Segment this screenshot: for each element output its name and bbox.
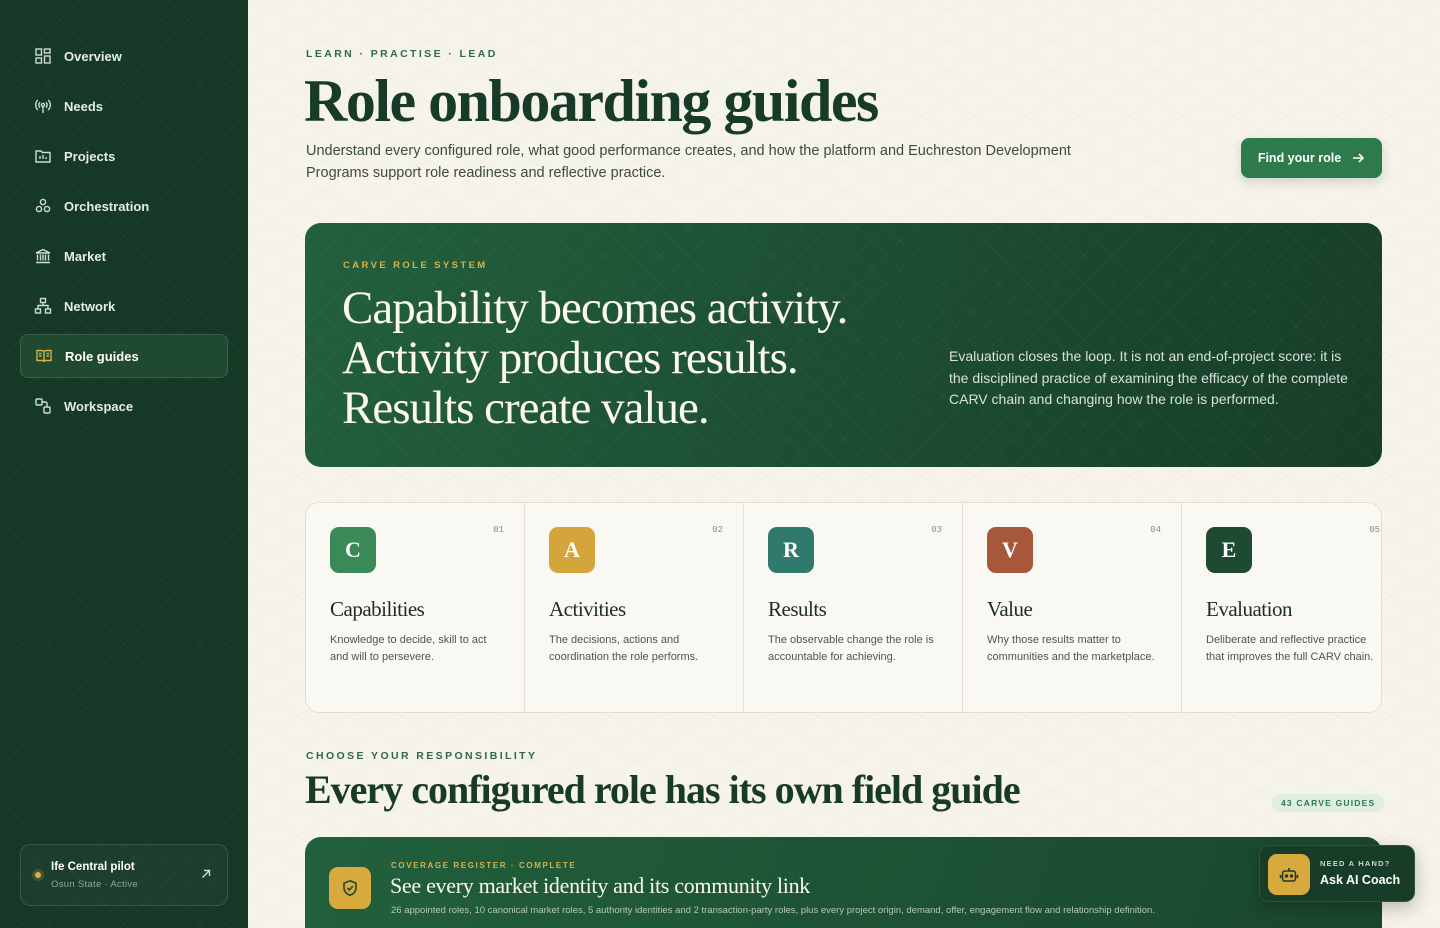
card-description: Deliberate and reflective practice that … [1206, 634, 1374, 663]
sidebar-item-label: Projects [64, 148, 116, 164]
sidebar-nav: Overview Needs Projects Orchestration Ma… [20, 34, 228, 434]
sidebar-item-label: Market [64, 248, 106, 264]
grid-icon [34, 47, 52, 65]
shield-check-icon [329, 867, 371, 909]
page-description: Understand every configured role, what g… [306, 143, 1071, 181]
arrow-up-right-icon [202, 869, 211, 878]
card-description: The observable change the role is accoun… [768, 634, 934, 663]
banner-eyebrow: CARVE ROLE SYSTEM [343, 260, 488, 271]
letter-badge-a: A [549, 527, 595, 573]
card-title: Activities [549, 597, 626, 621]
coverage-title: See every market identity and its commun… [390, 873, 811, 898]
status-dot [35, 872, 41, 878]
card-number: 04 [1150, 525, 1161, 535]
card-number: 05 [1369, 525, 1380, 535]
broadcast-icon [34, 97, 52, 115]
letter-badge-v: V [987, 527, 1033, 573]
sidebar-item-label: Orchestration [64, 198, 150, 214]
sidebar-item-orchestration[interactable]: Orchestration [20, 184, 228, 228]
banner-side-text: Evaluation closes the loop. It is not an… [949, 348, 1348, 407]
banner-line: Activity produces results. [342, 332, 799, 384]
carv-cards: C 01 Capabilities Knowledge to decide, s… [305, 502, 1382, 713]
sidebar-item-projects[interactable]: Projects [20, 134, 228, 178]
pilot-subtitle: Osun State · Active [51, 878, 139, 890]
robot-icon [1268, 854, 1310, 895]
card-title: Capabilities [330, 597, 425, 621]
folder-chart-icon [34, 147, 52, 165]
book-open-icon [35, 347, 53, 365]
hierarchy-icon [34, 297, 52, 315]
sidebar-item-label: Workspace [64, 398, 134, 414]
shapes-icon [34, 397, 52, 415]
pilot-title: Ife Central pilot [51, 860, 135, 873]
card-description: Why those results matter to communities … [987, 634, 1155, 663]
letter-badge-e: E [1206, 527, 1252, 573]
card-title: Results [768, 597, 827, 621]
find-your-role-button[interactable]: Find your role [1241, 138, 1382, 178]
sidebar-item-network[interactable]: Network [20, 284, 228, 328]
main-content: LEARN · PRACTISE · LEAD Role onboarding … [248, 0, 1440, 928]
carv-card-evaluation[interactable]: E 05 Evaluation Deliberate and reflectiv… [1182, 503, 1381, 712]
banner-line: Results create value. [342, 382, 710, 434]
page-title: Role onboarding guides [304, 68, 879, 134]
coach-title: Ask AI Coach [1320, 873, 1401, 887]
bank-icon [34, 247, 52, 265]
pilot-switcher[interactable]: Ife Central pilot Osun State · Active [20, 844, 228, 906]
sidebar-item-overview[interactable]: Overview [20, 34, 228, 78]
banner-headline: Capability becomes activity. Activity pr… [342, 282, 848, 434]
banner-line: Capability becomes activity. [342, 282, 848, 334]
letter-badge-r: R [768, 527, 814, 573]
find-your-role-label: Find your role [1257, 151, 1342, 165]
letter-badge-c: C [330, 527, 376, 573]
sidebar-item-label: Network [64, 298, 116, 314]
sidebar-item-workspace[interactable]: Workspace [20, 384, 228, 428]
section-title: Every configured role has its own field … [305, 767, 1021, 812]
carv-card-capabilities[interactable]: C 01 Capabilities Knowledge to decide, s… [306, 503, 525, 712]
card-title: Evaluation [1206, 597, 1292, 621]
card-title: Value [987, 597, 1033, 621]
section-eyebrow: CHOOSE YOUR RESPONSIBILITY [306, 750, 538, 762]
coverage-description: 26 appointed roles, 10 canonical market … [391, 905, 1155, 916]
guides-count-badge: 43 CARVE GUIDES [1272, 794, 1385, 812]
hero-eyebrow: LEARN · PRACTISE · LEAD [306, 48, 498, 60]
sidebar-item-market[interactable]: Market [20, 234, 228, 278]
sidebar: Overview Needs Projects Orchestration Ma… [0, 0, 248, 928]
sidebar-item-label: Needs [64, 98, 104, 114]
card-number: 01 [493, 525, 504, 535]
card-description: The decisions, actions and coordination … [549, 634, 699, 663]
arrow-right-icon [1353, 153, 1365, 163]
sidebar-item-role-guides[interactable]: Role guides [20, 334, 228, 378]
carv-card-results[interactable]: R 03 Results The observable change the r… [744, 503, 963, 712]
pilot-info: Ife Central pilot Osun State · Active [51, 861, 138, 890]
coach-eyebrow: NEED A HAND? [1320, 859, 1391, 868]
carve-banner: CARVE ROLE SYSTEM Capability becomes act… [305, 223, 1382, 467]
card-number: 02 [712, 525, 723, 535]
coverage-register-card[interactable]: COVERAGE REGISTER · COMPLETE See every m… [305, 837, 1382, 928]
carv-card-activities[interactable]: A 02 Activities The decisions, actions a… [525, 503, 744, 712]
network-nodes-icon [34, 197, 52, 215]
card-description: Knowledge to decide, skill to act and wi… [330, 634, 487, 663]
carv-card-value[interactable]: V 04 Value Why those results matter to c… [963, 503, 1182, 712]
sidebar-item-label: Overview [64, 48, 122, 64]
sidebar-item-label: Role guides [65, 348, 139, 364]
coverage-eyebrow: COVERAGE REGISTER · COMPLETE [391, 861, 577, 870]
sidebar-item-needs[interactable]: Needs [20, 84, 228, 128]
card-number: 03 [931, 525, 942, 535]
ask-ai-coach-button[interactable]: NEED A HAND? Ask AI Coach [1259, 845, 1415, 902]
